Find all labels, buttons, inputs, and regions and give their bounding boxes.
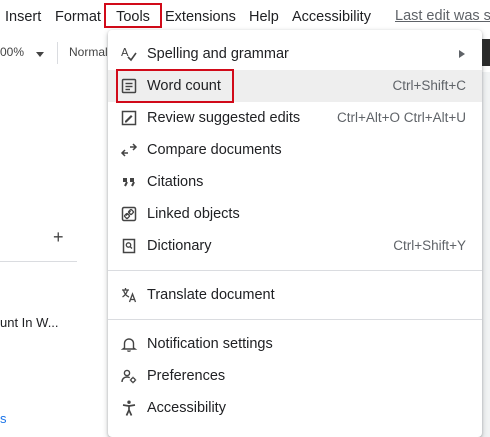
bell-icon bbox=[120, 335, 138, 353]
menu-item-notification-settings[interactable]: Notification settings bbox=[108, 328, 482, 360]
toolbar-divider bbox=[57, 42, 58, 64]
menu-item-label: Review suggested edits bbox=[147, 110, 301, 126]
menu-item-preferences[interactable]: Preferences bbox=[108, 360, 482, 392]
menu-item-label: Citations bbox=[147, 174, 204, 190]
dictionary-icon bbox=[120, 237, 138, 255]
chevron-down-icon[interactable] bbox=[36, 52, 44, 57]
menu-item-label: Linked objects bbox=[147, 206, 240, 222]
menu-tools[interactable]: Tools bbox=[104, 3, 162, 28]
add-icon[interactable]: + bbox=[53, 228, 64, 246]
menu-item-review-edits[interactable]: Review suggested edits Ctrl+Alt+O Ctrl+A… bbox=[108, 102, 482, 134]
accessibility-icon bbox=[120, 399, 138, 417]
menu-insert[interactable]: Insert bbox=[5, 8, 41, 26]
menu-help[interactable]: Help bbox=[249, 8, 279, 26]
menu-item-shortcut: Ctrl+Shift+C bbox=[392, 78, 466, 93]
outline-panel: + unt In W... s bbox=[0, 72, 110, 437]
menu-item-translate-document[interactable]: Translate document bbox=[108, 279, 482, 311]
menu-item-label: Translate document bbox=[147, 287, 275, 303]
last-edit-link[interactable]: Last edit was se bbox=[395, 8, 490, 24]
menu-format[interactable]: Format bbox=[55, 8, 101, 26]
menu-item-label: Accessibility bbox=[147, 400, 226, 416]
menu-item-label: Spelling and grammar bbox=[147, 46, 289, 62]
panel-divider bbox=[0, 261, 77, 262]
translate-icon bbox=[120, 286, 138, 304]
link-icon bbox=[120, 205, 138, 223]
menu-extensions[interactable]: Extensions bbox=[165, 8, 236, 26]
outline-heading-2[interactable]: s bbox=[0, 411, 7, 426]
menu-item-citations[interactable]: Citations bbox=[108, 166, 482, 198]
menu-item-dictionary[interactable]: Dictionary Ctrl+Shift+Y bbox=[108, 230, 482, 262]
menu-item-label: Preferences bbox=[147, 368, 226, 384]
tools-menu: A Spelling and grammar Word count Ctrl+S… bbox=[108, 30, 482, 437]
menu-divider bbox=[108, 270, 482, 271]
preferences-icon bbox=[120, 367, 138, 385]
menu-item-accessibility[interactable]: Accessibility bbox=[108, 392, 482, 424]
menu-item-spelling-grammar[interactable]: A Spelling and grammar bbox=[108, 38, 482, 70]
menu-item-shortcut: Ctrl+Shift+Y bbox=[393, 238, 466, 253]
svg-text:A: A bbox=[121, 46, 129, 59]
menu-item-label: Notification settings bbox=[147, 336, 273, 352]
zoom-select[interactable]: 00% bbox=[0, 45, 24, 59]
menu-item-label: Dictionary bbox=[147, 238, 212, 254]
quote-icon bbox=[120, 173, 138, 191]
word-count-icon bbox=[120, 77, 138, 95]
menu-accessibility[interactable]: Accessibility bbox=[292, 8, 371, 26]
menu-item-label: Word count bbox=[147, 78, 221, 94]
paragraph-style-select[interactable]: Normal bbox=[69, 45, 108, 59]
menu-item-label: Compare documents bbox=[147, 142, 282, 158]
menu-item-linked-objects[interactable]: Linked objects bbox=[108, 198, 482, 230]
spelling-check-icon: A bbox=[120, 45, 138, 63]
menu-divider bbox=[108, 319, 482, 320]
menu-item-compare-documents[interactable]: Compare documents bbox=[108, 134, 482, 166]
compare-icon bbox=[120, 141, 138, 159]
review-edits-icon bbox=[120, 109, 138, 127]
menu-item-shortcut: Ctrl+Alt+O Ctrl+Alt+U bbox=[336, 110, 466, 125]
submenu-arrow-icon bbox=[459, 50, 465, 58]
menu-item-word-count[interactable]: Word count Ctrl+Shift+C bbox=[108, 70, 482, 102]
outline-heading[interactable]: unt In W... bbox=[0, 315, 59, 330]
menu-bar: Insert Format Tools Extensions Help Acce… bbox=[0, 0, 490, 34]
